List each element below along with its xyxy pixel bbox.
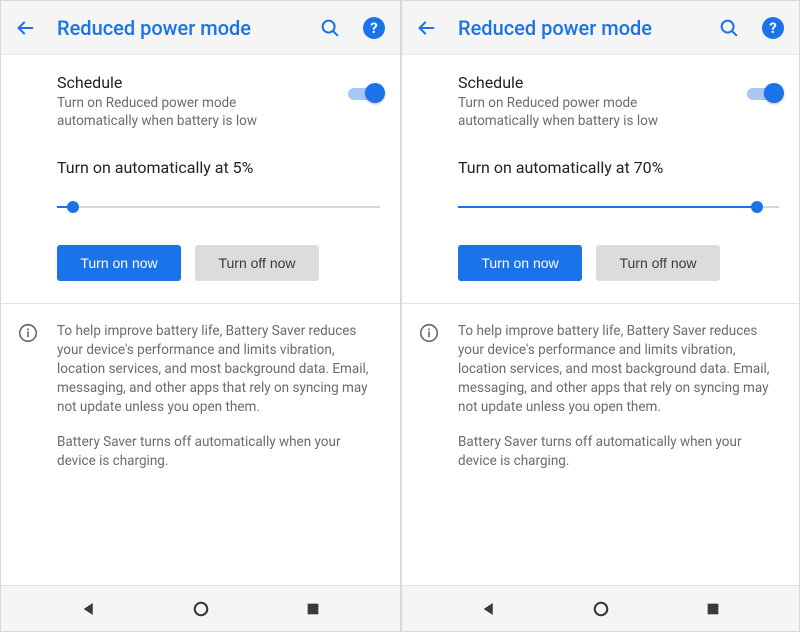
toggle-thumb — [365, 83, 385, 103]
page-title: Reduced power mode — [458, 16, 697, 40]
app-bar: Reduced power mode ? — [1, 1, 400, 55]
threshold-slider[interactable] — [458, 197, 779, 219]
threshold-label: Turn on automatically at 5% — [57, 158, 380, 177]
info-block: To help improve battery life, Battery Sa… — [1, 304, 400, 470]
help-button[interactable]: ? — [362, 16, 386, 40]
triangle-back-icon — [480, 600, 498, 618]
content-area: Schedule Turn on Reduced power mode auto… — [1, 55, 400, 585]
nav-back-button[interactable] — [78, 598, 100, 620]
content-area: Schedule Turn on Reduced power mode auto… — [402, 55, 799, 585]
back-button[interactable] — [13, 16, 37, 40]
nav-home-button[interactable] — [590, 598, 612, 620]
circle-home-icon — [591, 599, 611, 619]
action-buttons: Turn on now Turn off now — [402, 219, 799, 303]
schedule-title: Schedule — [458, 73, 779, 92]
slider-knob — [67, 201, 79, 213]
nav-recents-button[interactable] — [702, 598, 724, 620]
info-paragraph-1: To help improve battery life, Battery Sa… — [57, 322, 380, 416]
turn-on-button[interactable]: Turn on now — [57, 245, 181, 281]
threshold-label: Turn on automatically at 70% — [458, 158, 779, 177]
schedule-subtitle: Turn on Reduced power mode automatically… — [458, 94, 688, 130]
turn-off-button[interactable]: Turn off now — [195, 245, 319, 281]
settings-pane-right: Reduced power mode ? Schedule Turn on Re… — [400, 1, 799, 631]
help-icon: ? — [762, 17, 784, 39]
info-block: To help improve battery life, Battery Sa… — [402, 304, 799, 470]
arrow-left-icon — [415, 17, 437, 39]
help-button[interactable]: ? — [761, 16, 785, 40]
back-button[interactable] — [414, 16, 438, 40]
search-button[interactable] — [717, 16, 741, 40]
threshold-slider[interactable] — [57, 197, 380, 219]
info-paragraph-2: Battery Saver turns off automatically wh… — [57, 433, 380, 471]
search-button[interactable] — [318, 16, 342, 40]
info-paragraph-1: To help improve battery life, Battery Sa… — [458, 322, 779, 416]
system-nav-bar — [402, 585, 799, 631]
square-recents-icon — [705, 601, 721, 617]
nav-back-button[interactable] — [478, 598, 500, 620]
slider-rail — [57, 206, 380, 208]
schedule-title: Schedule — [57, 73, 380, 92]
toggle-thumb — [764, 83, 784, 103]
nav-recents-button[interactable] — [302, 598, 324, 620]
info-icon — [17, 322, 39, 344]
info-paragraph-2: Battery Saver turns off automatically wh… — [458, 433, 779, 471]
schedule-row[interactable]: Schedule Turn on Reduced power mode auto… — [1, 55, 400, 130]
arrow-left-icon — [14, 17, 36, 39]
system-nav-bar — [1, 585, 400, 631]
turn-off-button[interactable]: Turn off now — [596, 245, 720, 281]
triangle-back-icon — [80, 600, 98, 618]
square-recents-icon — [305, 601, 321, 617]
page-title: Reduced power mode — [57, 16, 298, 40]
threshold-block: Turn on automatically at 5% — [1, 130, 400, 219]
turn-on-button[interactable]: Turn on now — [458, 245, 582, 281]
schedule-row[interactable]: Schedule Turn on Reduced power mode auto… — [402, 55, 799, 130]
help-icon: ? — [363, 17, 385, 39]
action-buttons: Turn on now Turn off now — [1, 219, 400, 303]
schedule-toggle[interactable] — [747, 83, 781, 103]
slider-fill — [458, 206, 757, 208]
nav-home-button[interactable] — [190, 598, 212, 620]
schedule-toggle[interactable] — [348, 83, 382, 103]
schedule-subtitle: Turn on Reduced power mode automatically… — [57, 94, 287, 130]
slider-knob — [751, 201, 763, 213]
app-bar: Reduced power mode ? — [402, 1, 799, 55]
circle-home-icon — [191, 599, 211, 619]
settings-pane-left: Reduced power mode ? Schedule Turn on Re… — [1, 1, 400, 631]
info-icon — [418, 322, 440, 344]
search-icon — [319, 17, 341, 39]
threshold-block: Turn on automatically at 70% — [402, 130, 799, 219]
search-icon — [718, 17, 740, 39]
